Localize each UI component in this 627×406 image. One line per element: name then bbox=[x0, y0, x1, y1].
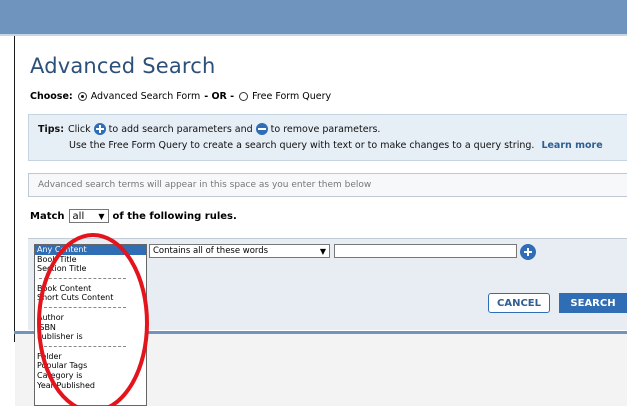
field-option-book-content[interactable]: Book Content bbox=[35, 284, 146, 294]
match-suffix: of the following rules. bbox=[112, 210, 237, 222]
top-header-bar bbox=[0, 0, 627, 34]
match-row: Match all ▼ of the following rules. bbox=[30, 209, 237, 223]
tips-label: Tips: bbox=[38, 123, 64, 135]
content-left-border bbox=[14, 36, 15, 342]
field-option-folder[interactable]: Folder bbox=[35, 352, 146, 362]
tips-click-text: Click bbox=[68, 123, 91, 135]
search-text-input[interactable] bbox=[334, 244, 517, 258]
field-option-year-published[interactable]: Year Published bbox=[35, 381, 146, 391]
or-separator: - OR - bbox=[204, 91, 235, 102]
tips-remove-text: to remove parameters. bbox=[270, 123, 381, 135]
add-rule-button[interactable] bbox=[520, 244, 536, 260]
field-option-category[interactable]: Category is bbox=[35, 371, 146, 381]
field-option-short-cuts-content[interactable]: Short Cuts Content bbox=[35, 293, 146, 303]
search-terms-preview: Advanced search terms will appear in thi… bbox=[28, 173, 627, 197]
page-title: Advanced Search bbox=[30, 54, 216, 78]
field-listbox[interactable]: Any Content Book Title Section Title Boo… bbox=[34, 244, 147, 406]
condition-select-value: Contains all of these words bbox=[153, 246, 269, 256]
tips-add-text: to add search parameters and bbox=[108, 123, 253, 135]
search-button[interactable]: SEARCH bbox=[559, 293, 627, 313]
field-option-author[interactable]: Author bbox=[35, 313, 146, 323]
chevron-down-icon: ▼ bbox=[98, 211, 105, 221]
field-option-popular-tags[interactable]: Popular Tags bbox=[35, 361, 146, 371]
tips-freeform-text: Use the Free Form Query to create a sear… bbox=[69, 140, 535, 151]
listbox-separator bbox=[35, 274, 146, 284]
radio-free-form-label[interactable]: Free Form Query bbox=[252, 91, 331, 102]
cancel-button[interactable]: CANCEL bbox=[488, 293, 550, 313]
match-label: Match bbox=[30, 210, 65, 222]
match-select[interactable]: all ▼ bbox=[68, 209, 109, 223]
match-select-value: all bbox=[72, 210, 85, 222]
field-option-book-title[interactable]: Book Title bbox=[35, 255, 146, 265]
header-divider bbox=[0, 34, 627, 36]
plus-circle-icon bbox=[93, 123, 106, 135]
radio-free-form[interactable] bbox=[239, 92, 249, 101]
field-option-isbn[interactable]: ISBN bbox=[35, 323, 146, 333]
tips-box: Tips: Click to add search parameters and… bbox=[28, 114, 627, 161]
field-option-any-content[interactable]: Any Content bbox=[35, 245, 146, 255]
condition-select[interactable]: Contains all of these words ▼ bbox=[149, 244, 330, 258]
chevron-down-icon: ▼ bbox=[319, 246, 326, 256]
choose-row: Choose: Advanced Search Form - OR - Free… bbox=[30, 91, 331, 102]
radio-advanced-form[interactable] bbox=[77, 92, 87, 101]
radio-advanced-form-label[interactable]: Advanced Search Form bbox=[91, 91, 201, 102]
listbox-separator bbox=[35, 303, 146, 313]
choose-label: Choose: bbox=[30, 91, 73, 102]
field-option-publisher[interactable]: Publisher is bbox=[35, 332, 146, 342]
learn-more-link[interactable]: Learn more bbox=[541, 140, 602, 151]
minus-circle-icon bbox=[255, 123, 268, 135]
listbox-separator bbox=[35, 342, 146, 352]
field-option-section-title[interactable]: Section Title bbox=[35, 264, 146, 274]
